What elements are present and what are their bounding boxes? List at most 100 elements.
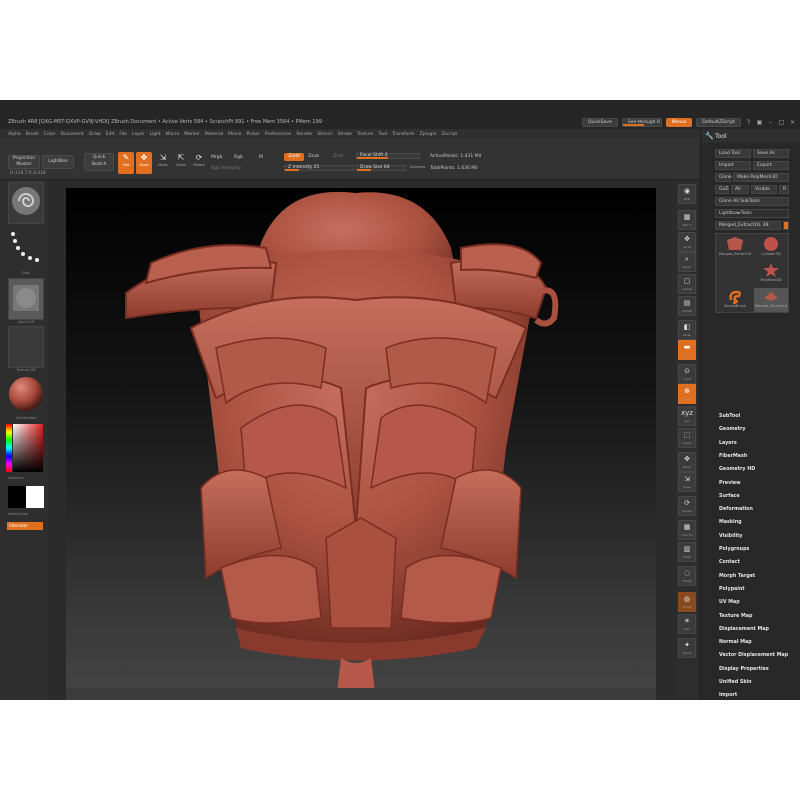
viewport-bpr-button[interactable]: ◉ BPR	[678, 184, 696, 204]
clone-button[interactable]: Clone	[715, 173, 732, 182]
zsub-button[interactable]: Zsub	[308, 154, 319, 159]
see-through-slider[interactable]: See-through 0	[621, 118, 662, 127]
lightbox-tools-button[interactable]: Lightbox▸Tools	[715, 209, 789, 218]
rgb-toggle[interactable]: Rgb	[234, 155, 243, 160]
load-tool-button[interactable]: Load Tool	[715, 149, 751, 158]
color-picker[interactable]	[6, 424, 44, 474]
menu-item-file[interactable]: File	[119, 132, 127, 137]
gradient-label[interactable]: Gradient	[8, 476, 44, 480]
viewport-rotate-button[interactable]: ⟳ Rotate	[678, 496, 696, 516]
tool-section-fibermesh[interactable]: FiberMesh	[719, 454, 747, 459]
r-button[interactable]: R	[779, 185, 789, 194]
viewport-scroll-button[interactable]: ✥ Scroll	[678, 232, 696, 252]
viewport-zoom-button[interactable]: ⌕ Zoom	[678, 252, 696, 272]
viewport-persp-button[interactable]: ◧ Persp	[678, 320, 696, 340]
tool-section-display-properties[interactable]: Display Properties	[719, 667, 769, 672]
menu-item-brush[interactable]: Brush	[26, 132, 39, 137]
layout-icon[interactable]: ▣	[756, 119, 763, 126]
dynamic-toggle[interactable]: Dynamic	[410, 165, 425, 169]
menu-item-alpha[interactable]: Alpha	[8, 132, 21, 137]
scale-button[interactable]: ⇱ Scale	[174, 153, 188, 171]
visible-button[interactable]: Visible	[751, 185, 777, 194]
menu-item-tool[interactable]: Tool	[378, 132, 387, 137]
switch-color-swatch[interactable]	[8, 486, 44, 508]
viewport-xpose-button[interactable]: ✦ Xpose	[678, 638, 696, 658]
tool-thumb-merged-extract-2[interactable]: Merged_Extract16	[754, 288, 788, 312]
maximize-icon[interactable]: □	[778, 119, 785, 126]
alpha-selector[interactable]	[8, 278, 44, 320]
viewport-ghost-button[interactable]: ◍ Ghost	[678, 592, 696, 612]
menu-item-picker[interactable]: Picker	[246, 132, 259, 137]
tool-thumb-cylinder[interactable]: Cylinder3D	[754, 236, 788, 260]
export-button[interactable]: Export	[753, 161, 789, 170]
tool-section-unified-skin[interactable]: Unified Skin	[719, 680, 752, 685]
tool-thumb-merged-extract[interactable]: Merged_Extract16	[718, 236, 752, 260]
tool-section-displacement-map[interactable]: Displacement Map	[719, 627, 769, 632]
menu-item-macro[interactable]: Macro	[166, 132, 180, 137]
help-icon[interactable]: ?	[745, 119, 752, 126]
viewport-local-button[interactable]: ⊙ Local	[678, 364, 696, 384]
tool-section-preview[interactable]: Preview	[719, 481, 741, 486]
viewport-line-fill-button[interactable]: ▦ Line Fill	[678, 520, 696, 540]
tool-section-deformation[interactable]: Deformation	[719, 507, 753, 512]
menu-item-draw[interactable]: Draw	[89, 132, 101, 137]
tool-thumb-simplebrush[interactable]: SimpleBrush	[718, 288, 752, 312]
edit-button[interactable]: ✎ Edit	[118, 152, 134, 174]
draw-size-slider[interactable]: Draw Size 64	[356, 165, 406, 171]
tool-section-vector-displacement-map[interactable]: Vector Displacement Map	[719, 653, 788, 658]
tool-section-subtool[interactable]: SubTool	[719, 414, 740, 419]
tool-section-surface[interactable]: Surface	[719, 494, 740, 499]
menu-item-layer[interactable]: Layer	[132, 132, 145, 137]
texture-selector[interactable]	[8, 326, 44, 368]
menu-item-texture[interactable]: Texture	[357, 132, 373, 137]
rotate-button[interactable]: ⟳ Rotate	[192, 153, 206, 171]
menu-item-render[interactable]: Render	[296, 132, 312, 137]
viewport-transp-button[interactable]: ◌ Transp	[678, 566, 696, 586]
quicksave-button[interactable]: QuickSave	[581, 118, 618, 127]
zcut-button[interactable]: Zcut	[333, 154, 343, 159]
viewport-actual-button[interactable]: ▢ Actual	[678, 274, 696, 294]
menus-button[interactable]: Menus	[665, 118, 693, 127]
projection-master-button[interactable]: Projection Master	[8, 155, 40, 169]
menu-item-stencil[interactable]: Stencil	[317, 132, 332, 137]
quick-sketch-button[interactable]: Quick Sketch	[84, 153, 114, 171]
tool-section-uv-map[interactable]: UV Map	[719, 600, 740, 605]
all-button[interactable]: All	[731, 185, 749, 194]
tool-section-texture-map[interactable]: Texture Map	[719, 614, 752, 619]
menu-item-transform[interactable]: Transform	[392, 132, 414, 137]
menu-item-color[interactable]: Color	[44, 132, 56, 137]
menu-item-zplugin[interactable]: Zplugin	[420, 132, 437, 137]
tool-section-geometry-hd[interactable]: Geometry HD	[719, 467, 755, 472]
current-tool-slider[interactable]: Merged_Extract16. 48	[715, 221, 781, 230]
zadd-button[interactable]: Zadd	[284, 153, 304, 161]
minimize-icon[interactable]: –	[767, 119, 774, 126]
viewport-floor-button[interactable]: ▬ Floor	[678, 340, 696, 360]
viewport-spix-3-button[interactable]: ▦ SPix 3	[678, 210, 696, 230]
stroke-selector[interactable]	[8, 230, 44, 272]
viewport-xyz-button[interactable]: xyz Xyz	[678, 406, 696, 426]
tool-section-visibility[interactable]: Visibility	[719, 534, 743, 539]
tool-thumb-polymesh[interactable]: PolyMesh3D	[754, 262, 788, 286]
current-tool-slider-handle[interactable]	[783, 221, 789, 230]
z-intensity-slider[interactable]: Z Intensity 25	[284, 165, 354, 171]
goz-button[interactable]: GoZ	[715, 185, 729, 194]
menu-item-document[interactable]: Document	[61, 132, 84, 137]
menu-item-material[interactable]: Material	[205, 132, 223, 137]
clone-all-subtools-button[interactable]: Clone All SubTools	[715, 197, 789, 206]
alternate-button[interactable]: Alternate	[7, 522, 43, 530]
viewport-canvas[interactable]	[66, 188, 656, 700]
tool-section-polypaint[interactable]: Polypaint	[719, 587, 745, 592]
viewport-solo-button[interactable]: ☀ Solo	[678, 614, 696, 634]
viewport-polyf-button[interactable]: ▥ PolyF	[678, 542, 696, 562]
viewport-aahalf-button[interactable]: ▤ AAHalf	[678, 296, 696, 316]
tool-section-geometry[interactable]: Geometry	[719, 427, 746, 432]
focal-shift-slider[interactable]: Focal Shift 0	[356, 153, 420, 159]
tool-section-contact[interactable]: Contact	[719, 560, 740, 565]
viewport-scale-button[interactable]: ⇲ Scale	[678, 472, 696, 492]
viewport-gyro-button[interactable]: ⊕ Gyro	[678, 384, 696, 404]
make-polymesh-button[interactable]: Make PolyMesh3D	[733, 173, 789, 182]
tool-section-layers[interactable]: Layers	[719, 441, 737, 446]
menu-item-marker[interactable]: Marker	[184, 132, 200, 137]
tool-section-normal-map[interactable]: Normal Map	[719, 640, 752, 645]
default-zscript-button[interactable]: DefaultZScript	[696, 118, 741, 127]
